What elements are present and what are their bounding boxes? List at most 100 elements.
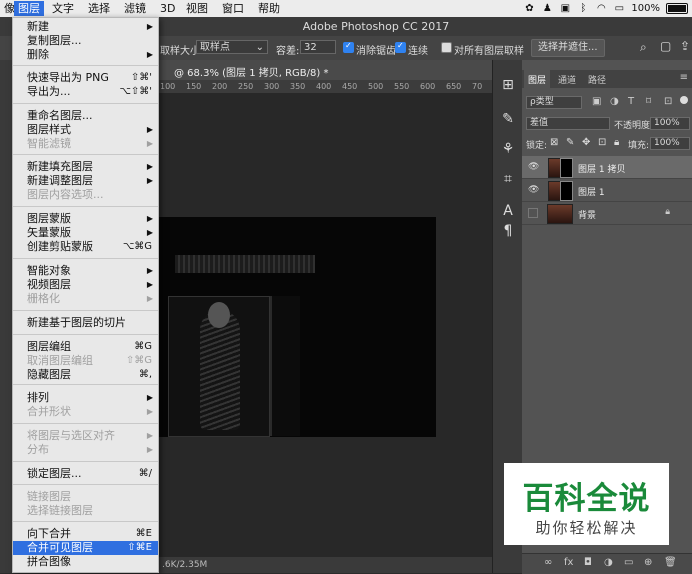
menubar-item-window[interactable]: 窗口 [218,1,248,16]
document-tab[interactable]: @ 68.3% (图层 1 拷贝, RGB/8) * [158,60,492,80]
sample-all-layers-checkbox[interactable] [441,42,452,53]
menubar-item-type[interactable]: 文字 [48,1,78,16]
menu-item[interactable]: 重命名图层... [13,109,158,123]
visibility-toggle[interactable] [528,208,538,218]
filter-pixel-icon[interactable]: ▣ [592,96,601,107]
menubar-item-3d[interactable]: 3D [156,1,179,16]
panel-menu-icon[interactable]: ≡ [680,72,688,83]
submenu-arrow-icon: ▶ [146,228,153,237]
history-icon[interactable]: ⊞ [499,76,517,94]
menubar-item-help[interactable]: 帮助 [254,1,284,16]
new-layer-icon[interactable]: ⊕ [644,557,652,568]
filter-adjustment-icon[interactable]: ◑ [610,96,619,107]
filter-type-icon[interactable]: T [628,96,634,107]
airplay-icon[interactable]: ▭ [613,3,625,14]
photo-person [200,310,240,430]
menu-item[interactable]: 新建 ▶ [13,20,158,34]
menu-item[interactable]: 矢量蒙版 ▶ [13,226,158,240]
menu-item[interactable]: 创建剪贴蒙版 ⌥⌘G [13,240,158,254]
eye-icon[interactable]: 👁︎ [528,162,539,172]
menu-item[interactable]: 删除 ▶ [13,48,158,62]
layer-name[interactable]: 背景 [578,208,596,221]
layer-row[interactable]: 👁︎ 图层 1 [522,179,692,202]
menubar-item-filter[interactable]: 滤镜 [120,1,150,16]
tab-layers[interactable]: 图层 [528,73,546,86]
adjustment-layer-icon[interactable]: ◑ [604,557,613,568]
menu-item[interactable]: 图层编组 ⌘G [13,340,158,354]
filter-shape-icon[interactable]: ⌑ [646,96,651,107]
workspace-icon[interactable]: ▢ [660,39,671,53]
document-tab-title: @ 68.3% (图层 1 拷贝, RGB/8) * [174,68,329,79]
menu-item[interactable]: 新建调整图层 ▶ [13,174,158,188]
layer-filter-select[interactable]: ρ类型 [526,96,582,109]
lock-artboard-icon[interactable]: ⊡ [598,137,606,148]
menu-item: 分布 ▶ [13,443,158,457]
search-icon[interactable]: ⌕ [640,40,647,55]
link-layers-icon[interactable]: ∞ [544,557,552,568]
menu-item[interactable]: 视频图层 ▶ [13,278,158,292]
menu-item[interactable]: 拼合图像 [13,555,158,569]
menu-item[interactable]: 复制图层... [13,34,158,48]
ruler-tick: 70 [472,82,483,91]
paragraph-icon[interactable]: ¶ [499,222,517,240]
menubar-item-view[interactable]: 视图 [182,1,212,16]
battery-icon[interactable] [666,3,688,14]
filter-toggle-icon[interactable] [680,96,688,104]
submenu-arrow-icon: ▶ [146,176,153,185]
eye-icon[interactable]: 👁︎ [528,185,539,195]
menu-item[interactable]: 排列 ▶ [13,391,158,405]
menu-item[interactable]: 快速导出为 PNG ⇧⌘' [13,71,158,85]
share-icon[interactable]: ⇪ [680,39,690,53]
anti-alias-checkbox[interactable] [343,41,354,53]
menu-item-label: 锁定图层... [27,467,82,480]
opacity-input[interactable]: 100% [650,117,690,130]
brush-settings-icon[interactable]: ✎ [499,110,517,128]
menu-separator [13,461,158,462]
tab-channels[interactable]: 通道 [558,73,576,86]
system-status-area: ✿ ♟ ▣ ᛒ ◠ ▭ 100% [523,1,688,16]
menu-item-label: 导出为... [27,85,71,98]
group-icon[interactable]: ▭ [624,557,633,568]
fill-input[interactable]: 100% [650,137,690,150]
menubar-item-layer[interactable]: 图层 [14,1,44,16]
layer-name[interactable]: 图层 1 [578,185,605,198]
tab-paths[interactable]: 路径 [588,73,606,86]
fx-icon[interactable]: fx [564,557,573,568]
contiguous-checkbox[interactable] [395,41,406,53]
wifi-icon[interactable]: ◠ [595,3,607,14]
add-mask-icon[interactable]: ◘ [584,557,592,568]
crop-icon[interactable]: ⌗ [499,170,517,188]
menu-item[interactable]: 新建填充图层 ▶ [13,160,158,174]
app-icon[interactable]: ▣ [559,3,571,14]
tolerance-input[interactable]: 32 [300,40,336,54]
menu-item[interactable]: 新建基于图层的切片 [13,316,158,330]
filter-smart-icon[interactable]: ⊡ [664,96,672,107]
clone-source-icon[interactable]: ⚘ [499,140,517,158]
select-and-mask-button[interactable]: 选择并遮住... [531,39,605,57]
menu-separator [13,334,158,335]
document-status-bar: .6K/2.35M [158,557,492,573]
qq-icon[interactable]: ♟ [541,3,553,14]
lock-all-icon[interactable]: 🔒︎ [614,137,619,148]
menu-item[interactable]: 向下合并 ⌘E [13,527,158,541]
menu-item[interactable]: 图层蒙版 ▶ [13,212,158,226]
menu-item[interactable]: 导出为... ⌥⇧⌘' [13,85,158,99]
menu-item[interactable]: 图层样式 ▶ [13,123,158,137]
layer-row[interactable]: 背景 🔒︎ [522,202,692,225]
lock-transparent-icon[interactable]: ⊠ [550,137,558,148]
trash-icon[interactable]: 🗑︎ [664,557,677,568]
lock-position-icon[interactable]: ✥ [582,137,590,148]
blend-mode-select[interactable]: 差值 [526,117,610,130]
layer-row[interactable]: 👁︎ 图层 1 拷贝 [522,156,692,179]
wechat-icon[interactable]: ✿ [523,3,535,14]
sample-size-select[interactable]: 取样点 ⌄ [196,40,268,54]
character-icon[interactable]: A [499,202,517,220]
menu-item[interactable]: 智能对象 ▶ [13,264,158,278]
menu-item[interactable]: 锁定图层... ⌘/ [13,467,158,481]
bluetooth-icon[interactable]: ᛒ [577,3,589,14]
menu-item[interactable]: 合并可见图层 ⇧⌘E [13,541,158,555]
lock-image-icon[interactable]: ✎ [566,137,574,148]
menubar-item-select[interactable]: 选择 [84,1,114,16]
layer-name[interactable]: 图层 1 拷贝 [578,162,625,175]
menu-item[interactable]: 隐藏图层 ⌘, [13,368,158,382]
